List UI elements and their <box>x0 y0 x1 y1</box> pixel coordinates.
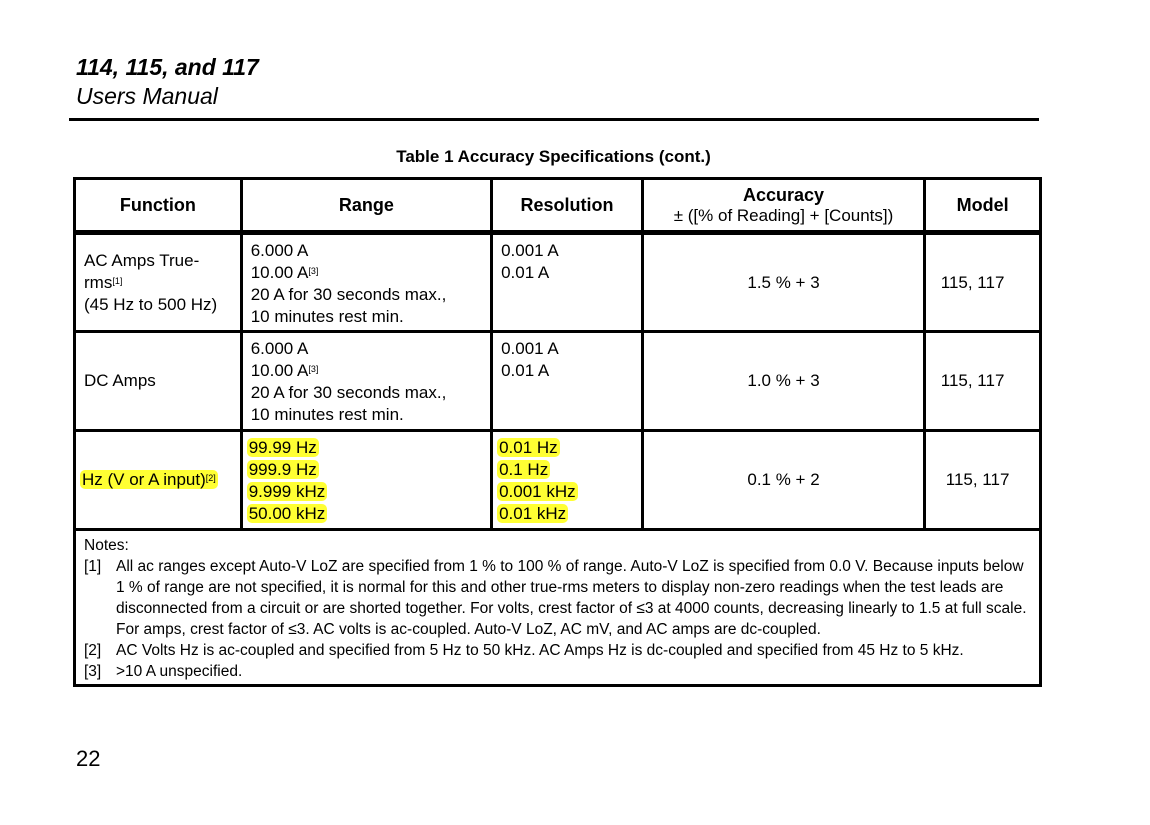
footnote-ref: [3] <box>308 364 319 374</box>
range-value: 10.00 A[3] <box>251 262 490 284</box>
footnote-ref: [3] <box>308 266 319 276</box>
resolution-value: 0.1 Hz <box>497 460 551 479</box>
function-text: Hz (V or A input) <box>82 470 206 489</box>
header-rule <box>69 118 1039 121</box>
range-value: 10.00 A[3] <box>251 360 490 382</box>
function-line: AC Amps True- <box>84 250 200 270</box>
col-header-range: Range <box>239 177 494 235</box>
col-header-model: Model <box>923 177 1042 235</box>
footnote-ref: [1] <box>112 275 123 286</box>
range-value: 20 A for 30 seconds max., <box>250 383 447 402</box>
col-header-function: Function <box>73 177 243 235</box>
resolution-cell: 0.01 Hz 0.1 Hz 0.001 kHz 0.01 kHz <box>490 429 644 531</box>
resolution-value: 0.001 A <box>501 241 559 260</box>
resolution-value: 0.01 kHz <box>497 504 569 523</box>
range-value: 9.999 kHz <box>246 482 328 501</box>
col-header-accuracy: Accuracy ± ([% of Reading] + [Counts]) <box>640 177 927 235</box>
resolution-value: 0.001 kHz <box>497 482 578 501</box>
range-cell: 6.000 A 10.00 A[3] 20 A for 30 seconds m… <box>239 231 494 333</box>
manual-subtitle: Users Manual <box>76 83 218 109</box>
model-cell: 115, 117 <box>923 330 1042 432</box>
model-cell: 115, 117 <box>923 231 1042 333</box>
range-value: 50.00 kHz <box>246 504 328 523</box>
range-text: 10.00 A <box>250 361 309 380</box>
range-cell: 99.99 Hz 999.9 Hz 9.999 kHz 50.00 kHz <box>239 429 494 531</box>
note-item: [3] >10 A unspecified. <box>84 661 1031 682</box>
col-header-resolution: Resolution <box>490 177 644 235</box>
accuracy-label: Accuracy <box>742 184 825 205</box>
range-value: 6.000 A <box>250 241 309 260</box>
resolution-cell: 0.001 A 0.01 A <box>490 330 644 432</box>
accuracy-cell: 1.0 % + 3 <box>640 330 927 432</box>
accuracy-cell: 1.5 % + 3 <box>640 231 927 333</box>
accuracy-cell: 0.1 % + 2 <box>640 429 927 531</box>
function-cell: Hz (V or A input)[2] <box>73 429 243 531</box>
note-text: AC Volts Hz is ac-coupled and specified … <box>116 642 964 659</box>
note-text: >10 A unspecified. <box>116 663 243 680</box>
notes-row: Notes: [1] All ac ranges except Auto-V L… <box>73 528 1042 687</box>
note-item: [2] AC Volts Hz is ac-coupled and specif… <box>84 640 1031 661</box>
highlighted-text: Hz (V or A input)[2] <box>80 470 218 489</box>
function-line: rms[1] <box>84 272 240 294</box>
function-text: rms <box>84 272 113 292</box>
table-row: AC Amps True- rms[1] (45 Hz to 500 Hz) 6… <box>73 231 1042 333</box>
page-number: 22 <box>76 746 101 771</box>
table-row: DC Amps 6.000 A 10.00 A[3] 20 A for 30 s… <box>73 330 1042 432</box>
range-cell: 6.000 A 10.00 A[3] 20 A for 30 seconds m… <box>239 330 494 432</box>
resolution-value: 0.01 A <box>501 361 550 380</box>
range-value: 10 minutes rest min. <box>250 405 404 424</box>
range-value: 20 A for 30 seconds max., <box>250 285 447 304</box>
footnote-ref: [2] <box>205 473 216 483</box>
table-caption: Table 1 Accuracy Specifications (cont.) <box>396 147 711 166</box>
function-cell: DC Amps <box>73 330 243 432</box>
range-value: 10 minutes rest min. <box>250 307 404 326</box>
note-number: [3] <box>84 663 102 680</box>
range-value: 99.99 Hz <box>246 438 319 457</box>
manual-title: 114, 115, and 117 <box>76 54 259 80</box>
resolution-value: 0.01 Hz <box>497 438 560 457</box>
function-line: (45 Hz to 500 Hz) <box>84 294 218 314</box>
notes-heading: Notes: <box>84 537 129 554</box>
table-header-row: Function Range Resolution Accuracy ± ([%… <box>73 177 1042 235</box>
note-text: All ac ranges except Auto-V LoZ are spec… <box>116 558 1027 638</box>
range-text: 10.00 A <box>250 263 309 282</box>
model-cell: 115, 117 <box>923 429 1042 531</box>
resolution-value: 0.01 A <box>501 263 550 282</box>
accuracy-sublabel: ± ([% of Reading] + [Counts]) <box>673 205 894 225</box>
resolution-value: 0.001 A <box>501 339 559 358</box>
function-cell: AC Amps True- rms[1] (45 Hz to 500 Hz) <box>73 231 243 333</box>
resolution-cell: 0.001 A 0.01 A <box>490 231 644 333</box>
note-item: [1] All ac ranges except Auto-V LoZ are … <box>84 556 1031 640</box>
function-line: DC Amps <box>84 371 156 390</box>
accuracy-table: Function Range Resolution Accuracy ± ([%… <box>73 177 1042 687</box>
notes-cell: Notes: [1] All ac ranges except Auto-V L… <box>73 528 1042 687</box>
range-value: 999.9 Hz <box>246 460 319 479</box>
note-number: [1] <box>84 558 102 575</box>
range-value: 6.000 A <box>250 339 309 358</box>
table-row: Hz (V or A input)[2] 99.99 Hz 999.9 Hz 9… <box>73 429 1042 531</box>
note-number: [2] <box>84 642 102 659</box>
